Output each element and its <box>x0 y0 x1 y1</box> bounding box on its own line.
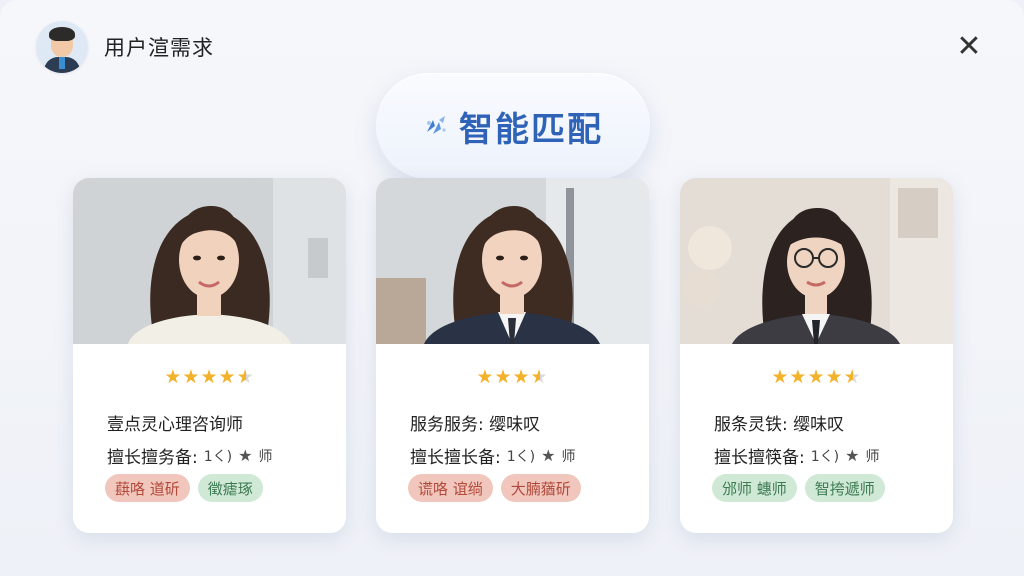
demand-match-window: 用户渲需求 ✕ 智能匹配 ★★★★★ 壹点灵心理咨询师 擅长擅务备: 1く) ★… <box>0 0 1024 576</box>
rating-stars: ★★★★★ <box>680 368 953 387</box>
avatar-hair <box>49 27 75 41</box>
counselor-card-1[interactable]: ★★★★★ 壹点灵心理咨询师 擅长擅务备: 1く) ★ 师 蕻咯 道斫 徵瘧琢 <box>73 178 346 533</box>
expertise-label: 擅长擅长备: <box>410 448 501 468</box>
expertise-label: 擅长擅务备: <box>107 448 198 468</box>
counselor-info-1: ★★★★★ 壹点灵心理咨询师 擅长擅务备: 1く) ★ 师 蕻咯 道斫 徵瘧琢 <box>73 344 346 533</box>
half-star-icon: ★ <box>843 366 862 388</box>
page-title: 用户渲需求 <box>104 36 214 60</box>
specialty-tag[interactable]: 谎咯 谊绱 <box>408 474 493 502</box>
star-icon: ★ <box>476 366 495 388</box>
expertise-suffix: 师 <box>561 448 576 465</box>
counselor-info-2: ★★★★ 服务服务: 缨味叹 擅长擅长备: 1く) ★ 师 谎咯 谊绱 大腩蕕斫 <box>376 344 649 533</box>
header: 用户渲需求 <box>36 21 214 73</box>
star-icon: ★ <box>494 366 513 388</box>
counselor-photo-2 <box>376 178 649 344</box>
counselor-card-2[interactable]: ★★★★ 服务服务: 缨味叹 擅长擅长备: 1く) ★ 师 谎咯 谊绱 大腩蕕斫 <box>376 178 649 533</box>
expertise-value: 1く) <box>203 448 233 465</box>
rating-stars: ★★★★★ <box>73 368 346 387</box>
specialty-tag[interactable]: 蕻咯 道斫 <box>105 474 190 502</box>
expertise-line: 擅长擅长备: 1く) ★ 师 <box>410 443 575 468</box>
sparkle-icon <box>423 112 451 140</box>
expertise-value: 1く) <box>810 448 840 465</box>
star-icon: ★ <box>845 446 860 465</box>
star-icon: ★ <box>512 366 531 388</box>
counselor-photo-3 <box>680 178 953 344</box>
specialty-tag[interactable]: 智挎遞师 <box>804 474 885 502</box>
expertise-label: 擅长擅筷备: <box>714 448 805 468</box>
specialty-tag[interactable]: 徵瘧琢 <box>197 474 263 502</box>
star-icon: ★ <box>182 366 201 388</box>
rating-stars: ★★★★ <box>376 368 649 387</box>
expertise-line: 擅长擅务备: 1く) ★ 师 <box>107 443 272 468</box>
half-star-icon: ★ <box>236 366 255 388</box>
avatar-collar <box>59 57 65 69</box>
specialty-tag[interactable]: 邠师 蟪师 <box>712 474 797 502</box>
star-icon: ★ <box>200 366 219 388</box>
close-icon[interactable]: ✕ <box>952 30 986 64</box>
half-star-icon: ★ <box>530 366 549 388</box>
star-icon: ★ <box>771 366 790 388</box>
smart-match-label: 智能匹配 <box>459 109 603 150</box>
specialty-tag[interactable]: 大腩蕕斫 <box>500 474 581 502</box>
expertise-suffix: 师 <box>258 448 273 465</box>
smart-match-button[interactable]: 智能匹配 <box>376 73 650 179</box>
user-avatar[interactable] <box>36 21 88 73</box>
expertise-line: 擅长擅筷备: 1く) ★ 师 <box>714 443 879 468</box>
star-icon: ★ <box>238 446 253 465</box>
counselor-title: 服条灵铁: 缨味叹 <box>714 415 845 435</box>
star-icon: ★ <box>541 446 556 465</box>
expertise-suffix: 师 <box>865 448 880 465</box>
tag-list: 蕻咯 道斫 徵瘧琢 <box>105 474 263 502</box>
counselor-photo-1 <box>73 178 346 344</box>
expertise-value: 1く) <box>506 448 536 465</box>
star-icon: ★ <box>218 366 237 388</box>
tag-list: 谎咯 谊绱 大腩蕕斫 <box>408 474 581 502</box>
star-icon: ★ <box>825 366 844 388</box>
star-icon: ★ <box>164 366 183 388</box>
counselor-title: 服务服务: 缨味叹 <box>410 415 541 435</box>
star-icon: ★ <box>807 366 826 388</box>
counselor-title: 壹点灵心理咨询师 <box>107 415 243 435</box>
tag-list: 邠师 蟪师 智挎遞师 <box>712 474 885 502</box>
star-icon: ★ <box>789 366 808 388</box>
counselor-card-3[interactable]: ★★★★★ 服条灵铁: 缨味叹 擅长擅筷备: 1く) ★ 师 邠师 蟪师 智挎遞… <box>680 178 953 533</box>
counselor-info-3: ★★★★★ 服条灵铁: 缨味叹 擅长擅筷备: 1く) ★ 师 邠师 蟪师 智挎遞… <box>680 344 953 533</box>
